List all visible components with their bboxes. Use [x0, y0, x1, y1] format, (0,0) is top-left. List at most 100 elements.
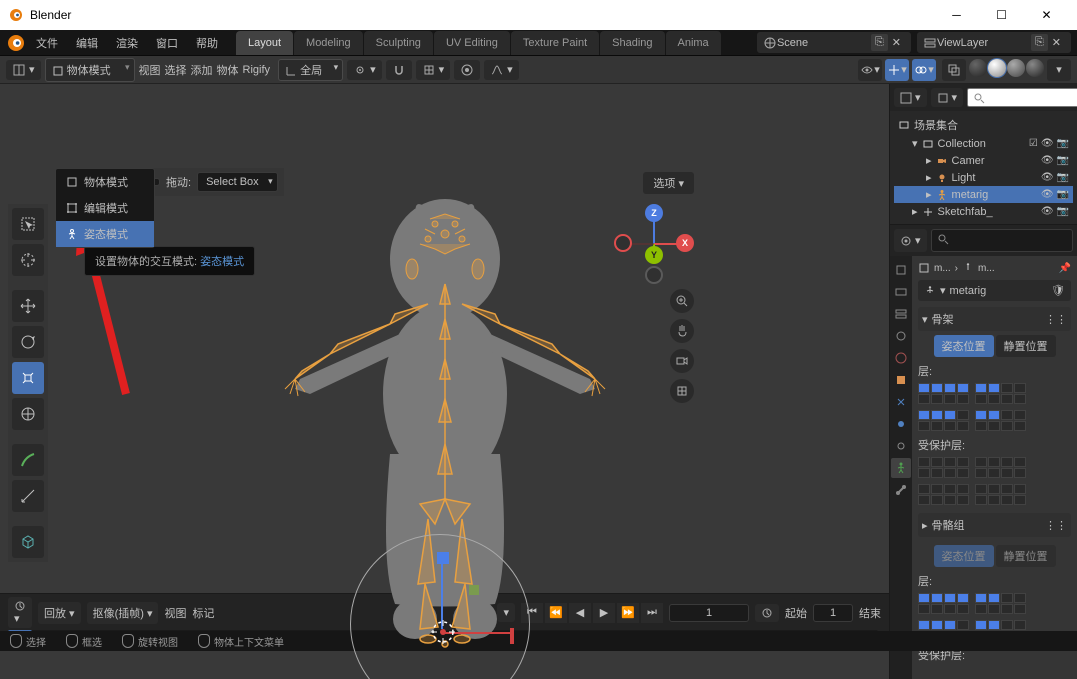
viewlayer-name-input[interactable] — [937, 37, 1027, 49]
section-armature[interactable]: ▾ 骨架⋮⋮ — [918, 307, 1071, 331]
delete-viewlayer-icon[interactable]: ✕ — [1048, 34, 1065, 51]
armature-layers[interactable] — [918, 383, 1071, 431]
camera-view-button[interactable] — [670, 349, 694, 373]
outliner-item-sketchfab[interactable]: ▸ Sketchfab_ 👁📷 — [894, 203, 1073, 220]
proportional-falloff[interactable]: ▾ — [484, 60, 519, 80]
show-gizmos[interactable]: ▾ — [885, 59, 909, 81]
outliner-item-light[interactable]: ▸ Light 👁📷 — [894, 169, 1073, 186]
new-viewlayer-icon[interactable]: ⎘ — [1031, 34, 1048, 51]
cursor-tool[interactable] — [12, 244, 44, 276]
object-visibility[interactable]: ▾ — [858, 59, 882, 81]
jump-end[interactable]: ⏭ — [641, 603, 663, 623]
gizmo-z-handle[interactable] — [437, 552, 449, 564]
snap-element[interactable]: ▾ — [416, 60, 451, 80]
menu-render[interactable]: 渲染 — [108, 31, 146, 55]
axis-z[interactable]: Z — [645, 204, 663, 222]
rest-position-btn[interactable]: 静置位置 — [996, 335, 1056, 357]
axis-x[interactable]: X — [676, 234, 694, 252]
scene-selector[interactable]: ⎘ ✕ — [757, 32, 911, 53]
shading-wireframe[interactable] — [969, 59, 987, 77]
viewport-menu-add[interactable]: 添加 — [191, 62, 213, 78]
outliner-filter[interactable]: ▾ — [931, 88, 964, 107]
minimize-button[interactable]: ─ — [934, 0, 979, 30]
tab-animation[interactable]: Anima — [666, 31, 721, 55]
outliner-scene-collection[interactable]: 场景集合 — [894, 115, 1073, 135]
eye-icon[interactable]: 👁 — [1041, 189, 1054, 200]
eye-icon[interactable]: 👁 — [1041, 138, 1054, 149]
shield-icon[interactable]: 🛡 — [1051, 284, 1065, 297]
show-overlays[interactable]: ▾ — [912, 59, 936, 81]
tab-shading[interactable]: Shading — [600, 31, 664, 55]
ptab-armature[interactable] — [891, 458, 911, 478]
transform-tool[interactable] — [12, 398, 44, 430]
ptab-bone[interactable] — [891, 480, 911, 500]
gizmo-green-handle[interactable] — [466, 582, 482, 598]
rest-position-btn2[interactable]: 静置位置 — [996, 545, 1056, 567]
select-tool[interactable] — [12, 208, 44, 240]
rotate-tool[interactable] — [12, 326, 44, 358]
ptab-render[interactable] — [891, 260, 911, 280]
editor-type-icon[interactable]: ▾ — [6, 60, 41, 80]
outliner-item-metarig[interactable]: ▸ metarig 👁📷 — [894, 186, 1073, 203]
axis-y[interactable]: Y — [645, 246, 663, 264]
camera-icon[interactable]: 📷 — [1057, 138, 1069, 149]
ptab-modifier[interactable] — [891, 392, 911, 412]
outliner-item-camera[interactable]: ▸ Camer 👁📷 — [894, 152, 1073, 169]
new-scene-icon[interactable]: ⎘ — [871, 34, 888, 51]
tab-modeling[interactable]: Modeling — [294, 31, 363, 55]
start-frame[interactable]: 1 — [813, 604, 853, 622]
properties-editor-type[interactable]: ▾ — [894, 229, 927, 252]
eye-icon[interactable]: 👁 — [1041, 172, 1054, 183]
eye-icon[interactable]: 👁 — [1041, 155, 1054, 166]
snap-toggle[interactable] — [386, 60, 412, 80]
maximize-button[interactable]: ☐ — [979, 0, 1024, 30]
menu-edit[interactable]: 编辑 — [68, 31, 106, 55]
outliner-display-mode[interactable]: ▾ — [894, 88, 927, 107]
ptab-output[interactable] — [891, 282, 911, 302]
perspective-toggle[interactable] — [670, 379, 694, 403]
checkbox-icon[interactable]: ☑ — [1029, 138, 1038, 149]
xray-toggle[interactable] — [942, 59, 966, 81]
pose-position-btn2[interactable]: 姿态位置 — [934, 545, 994, 567]
tab-sculpting[interactable]: Sculpting — [364, 31, 433, 55]
pivot-point[interactable]: ▾ — [347, 60, 382, 80]
outliner-collection[interactable]: ▾ Collection ☑👁📷 — [894, 135, 1073, 152]
timeline-editor-type[interactable]: ▾ — [8, 597, 32, 628]
gizmo-x-handle[interactable] — [510, 628, 514, 644]
pin-icon[interactable]: 📌 — [1059, 263, 1071, 274]
section-bone-groups[interactable]: ▸ 骨骼组⋮⋮ — [918, 513, 1071, 537]
timeline-keying[interactable]: 抠像(插帧) ▾ — [87, 602, 159, 624]
protected-layers[interactable] — [918, 457, 1071, 505]
camera-icon[interactable]: 📷 — [1057, 189, 1069, 200]
timeline-marker[interactable]: 标记 — [192, 605, 214, 621]
datablock-name[interactable]: ▾ metarig 🛡 — [918, 280, 1071, 301]
timeline-view[interactable]: 视图 — [164, 605, 186, 621]
use-preview-range[interactable] — [755, 604, 779, 622]
mode-item-pose[interactable]: 姿态模式 — [56, 221, 154, 247]
proportional-edit[interactable] — [454, 60, 480, 80]
ptab-object[interactable] — [891, 370, 911, 390]
timeline-playback[interactable]: 回放 ▾ — [38, 602, 81, 624]
scene-name-input[interactable] — [777, 37, 867, 49]
tab-texturepaint[interactable]: Texture Paint — [511, 31, 599, 55]
ptab-world[interactable] — [891, 348, 911, 368]
properties-search[interactable] — [931, 229, 1073, 252]
mode-selector[interactable]: 物体模式 — [45, 58, 135, 82]
menu-file[interactable]: 文件 — [28, 31, 66, 55]
pan-button[interactable] — [670, 319, 694, 343]
pose-position-btn[interactable]: 姿态位置 — [934, 335, 994, 357]
select-tool-drop[interactable]: Select Box — [197, 172, 278, 192]
viewlayer-selector[interactable]: ⎘ ✕ — [917, 32, 1071, 53]
mode-item-object[interactable]: 物体模式 — [56, 169, 154, 195]
scale-tool[interactable] — [12, 362, 44, 394]
shading-matpreview[interactable] — [1007, 59, 1025, 77]
viewport-menu-view[interactable]: 视图 — [139, 62, 161, 78]
viewport-options[interactable]: 选项 ▾ — [643, 172, 694, 194]
blender-icon[interactable] — [6, 33, 26, 53]
menu-window[interactable]: 窗口 — [148, 31, 186, 55]
ptab-scene[interactable] — [891, 326, 911, 346]
mode-item-edit[interactable]: 编辑模式 — [56, 195, 154, 221]
shading-solid[interactable] — [988, 59, 1006, 77]
ptab-constraint[interactable] — [891, 436, 911, 456]
add-cube-tool[interactable] — [12, 526, 44, 558]
